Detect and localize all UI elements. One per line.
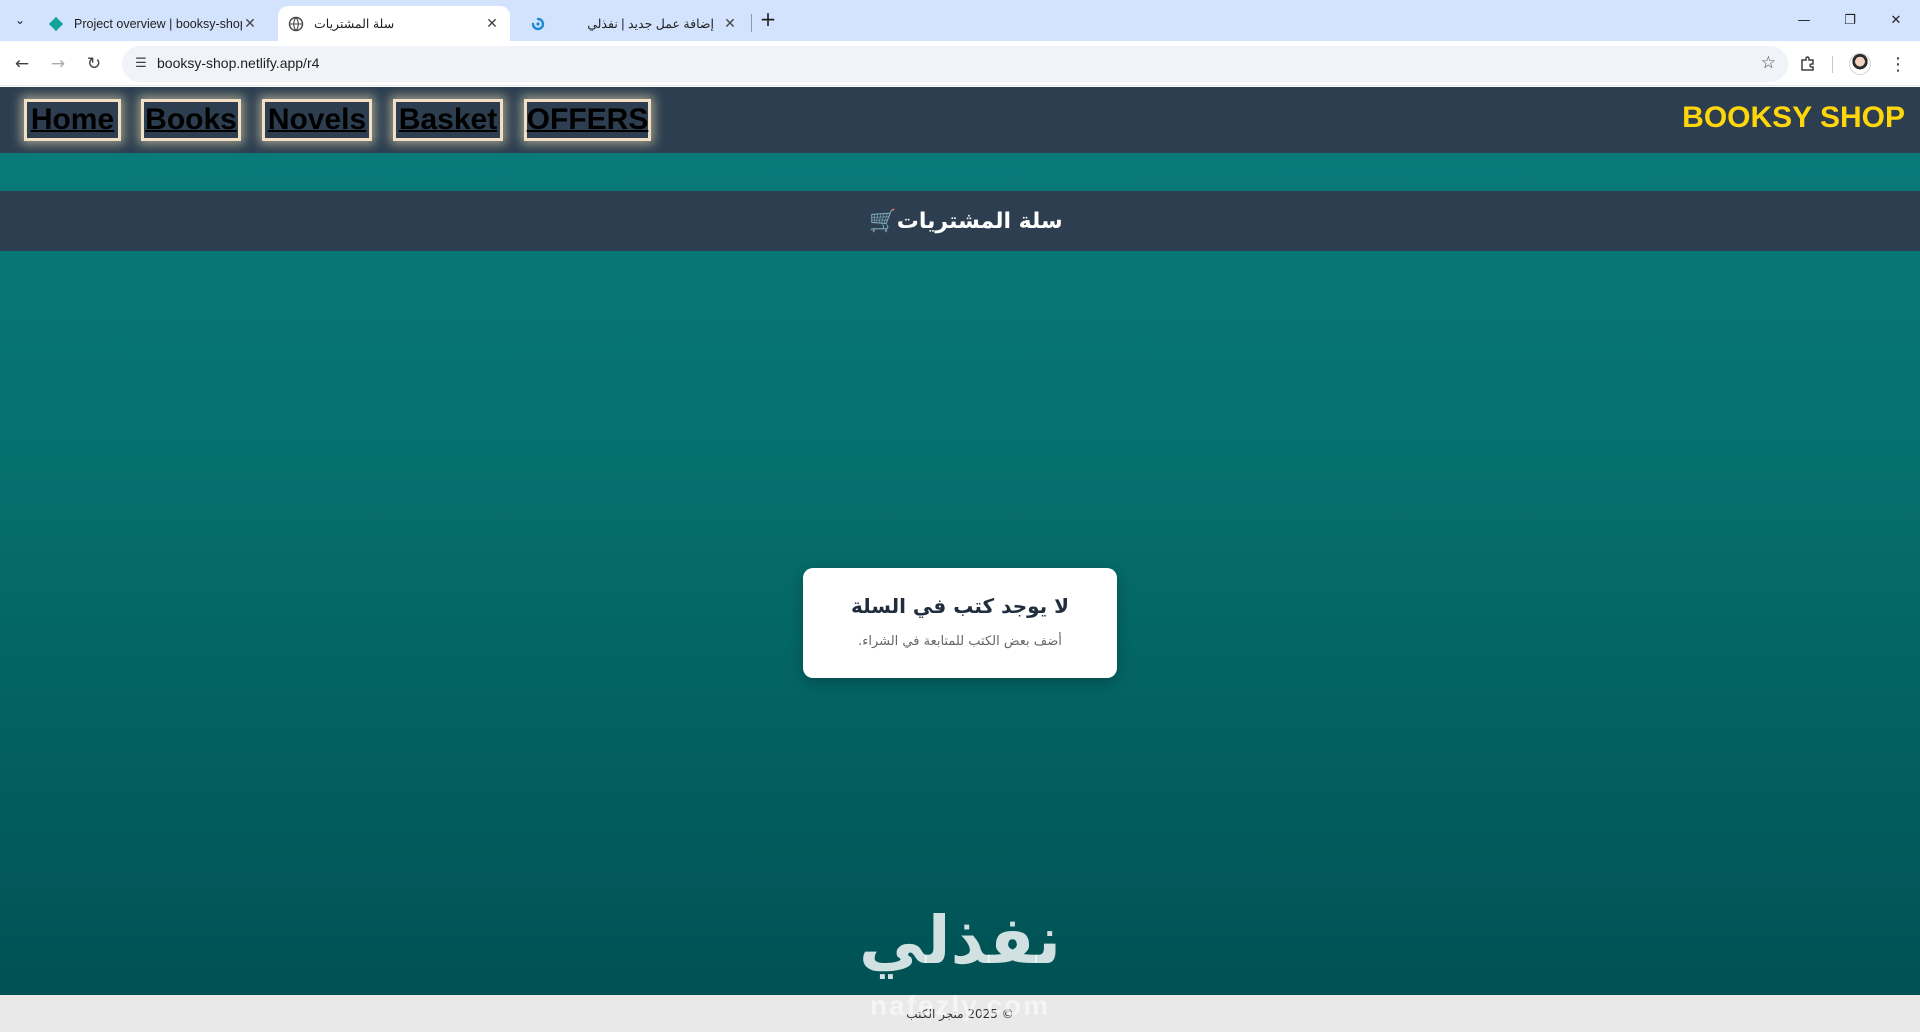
- empty-cart-title: لا يوجد كتب في السلة: [850, 594, 1070, 618]
- nav-link-novels[interactable]: Novels: [262, 99, 372, 141]
- puzzle-icon[interactable]: [1794, 50, 1822, 78]
- tab-title: سلة المشتريات: [314, 17, 395, 31]
- tab-nafezly[interactable]: إضافة عمل جديد | نفذلي ✕: [520, 6, 748, 41]
- tab-title: إضافة عمل جديد | نفذلي: [587, 17, 714, 31]
- page-title: سلة المشتريات: [896, 208, 1063, 234]
- nav-link-offers[interactable]: OFFERS: [524, 99, 651, 141]
- back-arrow-icon[interactable]: ←: [8, 50, 36, 78]
- site-header: Home Books Novels Basket OFFERS BOOKSY S…: [0, 87, 1920, 153]
- nav-link-basket[interactable]: Basket: [393, 99, 503, 141]
- nav-link-home[interactable]: Home: [24, 99, 121, 141]
- empty-cart-subtitle: أضف بعض الكتب للمتابعة في الشراء.: [858, 634, 1062, 649]
- tab-project-overview[interactable]: Project overview | booksy-shop ✕: [38, 6, 268, 41]
- kebab-menu-icon[interactable]: ⋮: [1884, 50, 1912, 78]
- address-bar[interactable]: ☰ booksy-shop.netlify.app/r4 ☆: [122, 46, 1788, 82]
- site-info-icon[interactable]: ☰: [132, 55, 150, 73]
- reload-icon[interactable]: ↻: [80, 50, 108, 78]
- browser-toolbar: ← → ↻ ☰ booksy-shop.netlify.app/r4 ☆ ⋮: [0, 41, 1920, 86]
- nafezly-watermark: نفذلي: [852, 905, 1068, 977]
- minimize-icon[interactable]: —: [1781, 0, 1827, 40]
- tab-cart-active[interactable]: سلة المشتريات ✕: [278, 6, 510, 41]
- close-window-icon[interactable]: ✕: [1873, 0, 1919, 40]
- tab-separator: [751, 14, 752, 32]
- globe-icon: [288, 16, 304, 31]
- cart-icon: 🛒: [869, 208, 897, 234]
- close-tab-icon[interactable]: ✕: [242, 15, 258, 32]
- page-title-bar: سلة المشتريات 🛒: [0, 191, 1920, 251]
- close-tab-icon[interactable]: ✕: [722, 15, 738, 32]
- browser-tab-strip: ⌄ Project overview | booksy-shop ✕ سلة ا…: [0, 0, 1920, 41]
- tab-title: Project overview | booksy-shop: [74, 16, 242, 31]
- url-text[interactable]: booksy-shop.netlify.app/r4: [157, 55, 319, 71]
- nafezly-icon: [531, 17, 545, 30]
- avatar: [1849, 53, 1871, 75]
- watermark-arabic: نفذلي: [859, 902, 1061, 979]
- close-tab-icon[interactable]: ✕: [484, 15, 500, 32]
- brand-logo[interactable]: BOOKSY SHOP: [1682, 101, 1905, 135]
- toolbar-separator: [1832, 56, 1833, 73]
- forward-arrow-icon[interactable]: →: [44, 50, 72, 78]
- new-tab-button[interactable]: +: [756, 8, 780, 32]
- netlify-diamond-icon: [48, 16, 64, 31]
- profile-button[interactable]: [1846, 50, 1874, 78]
- star-icon[interactable]: ☆: [1761, 53, 1776, 73]
- tab-search-chevron-icon[interactable]: ⌄: [8, 8, 32, 32]
- page-viewport: Home Books Novels Basket OFFERS BOOKSY S…: [0, 87, 1920, 1032]
- restore-icon[interactable]: ❐: [1827, 0, 1873, 40]
- watermark-latin: nafezly.com: [869, 990, 1051, 1021]
- empty-cart-card: لا يوجد كتب في السلة أضف بعض الكتب للمتا…: [803, 568, 1117, 678]
- nav-link-books[interactable]: Books: [141, 99, 241, 141]
